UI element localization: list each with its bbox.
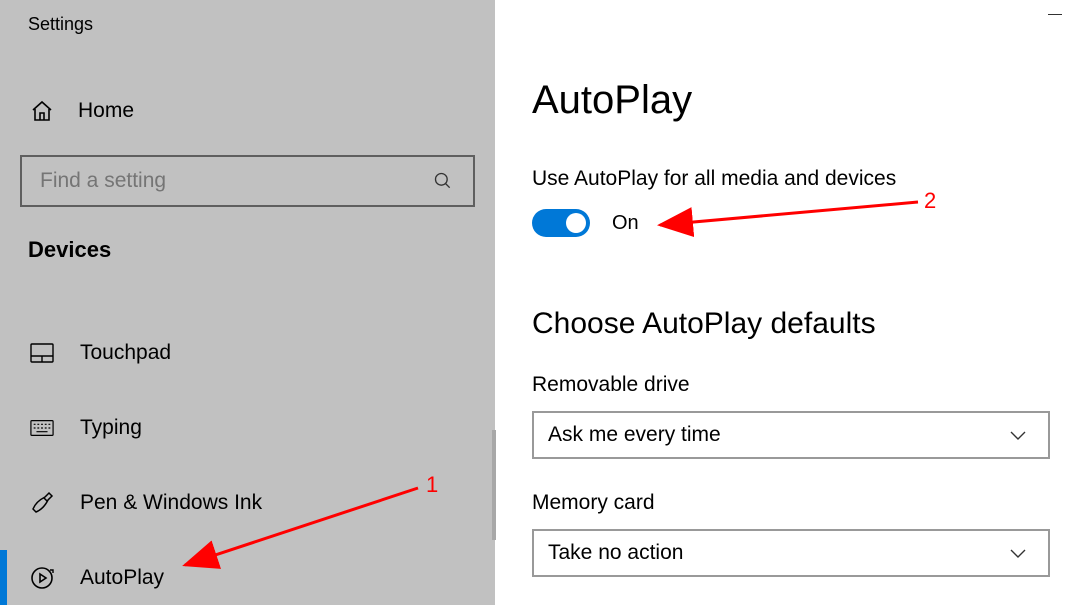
sidebar-section-title: Devices [0,207,495,263]
search-input[interactable] [40,169,414,193]
dropdown-memory-card[interactable]: Take no action [532,529,1050,577]
keyboard-icon [30,416,54,440]
sidebar-item-label: AutoPlay [80,566,164,590]
annotation-number-2: 2 [924,188,936,214]
dropdown-value: Ask me every time [548,423,721,447]
dropdown-value: Take no action [548,541,683,565]
dropdown-removable-drive[interactable]: Ask me every time [532,411,1050,459]
toggle-knob [566,213,586,233]
sidebar-item-touchpad[interactable]: Touchpad [0,315,495,390]
chevron-down-icon [1006,423,1030,447]
sidebar-item-label: Touchpad [80,341,171,365]
defaults-heading: Choose AutoPlay defaults [532,307,1080,341]
sidebar: Settings Home Devices Touch [0,0,495,605]
chevron-down-icon [1006,541,1030,565]
touchpad-icon [30,341,54,365]
field-label-removable-drive: Removable drive [532,373,1080,397]
search-icon [431,169,455,193]
sidebar-item-home[interactable]: Home [0,85,495,137]
minimize-icon[interactable] [1048,14,1062,16]
toggle-label: Use AutoPlay for all media and devices [532,167,1080,191]
autoplay-icon [30,566,54,590]
home-icon [30,99,54,123]
main-panel: AutoPlay Use AutoPlay for all media and … [498,0,1080,605]
sidebar-item-label: Home [78,99,134,123]
page-title: AutoPlay [532,78,1080,123]
pen-icon [30,491,54,515]
search-input-box[interactable] [20,155,475,207]
sidebar-item-pen[interactable]: Pen & Windows Ink [0,465,495,540]
sidebar-item-label: Pen & Windows Ink [80,491,262,515]
field-label-memory-card: Memory card [532,491,1080,515]
annotation-number-1: 1 [426,472,438,498]
app-title: Settings [0,0,495,35]
sidebar-item-label: Typing [80,416,142,440]
scrollbar[interactable] [492,430,496,540]
sidebar-item-autoplay[interactable]: AutoPlay [0,540,495,615]
sidebar-nav: Touchpad Typing Pen & Windows Ink [0,315,495,615]
toggle-state-text: On [612,212,639,235]
autoplay-toggle[interactable] [532,209,590,237]
search-container [20,155,475,207]
autoplay-toggle-row: On [532,209,1080,237]
sidebar-item-typing[interactable]: Typing [0,390,495,465]
